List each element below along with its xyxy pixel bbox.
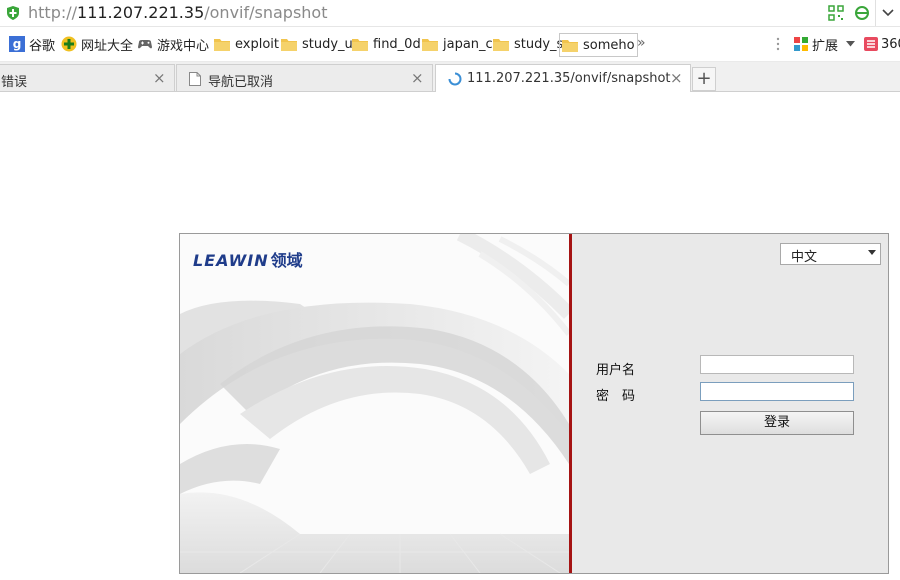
tab-close-icon[interactable]: × (411, 69, 424, 87)
folder-icon (562, 39, 578, 52)
bookmark-label: study_u (302, 36, 353, 52)
decorative-arc-graphic (180, 234, 569, 573)
360-icon (864, 37, 878, 51)
bookmark-folder-study-s[interactable]: study_s (493, 35, 563, 53)
bookmark-label: find_0d (373, 36, 421, 52)
url-text[interactable]: http://111.207.221.35/onvif/snapshot (28, 3, 327, 23)
brand-artwork: LEAWIN 领域 (180, 234, 569, 573)
extensions-grid-icon (794, 37, 808, 51)
brand-logo-cn: 领域 (270, 251, 303, 270)
extensions-label: 扩展 (812, 38, 839, 54)
bookmark-google[interactable]: g 谷歌 (9, 35, 56, 54)
web-directory-icon (61, 36, 77, 52)
tab-close-icon[interactable]: × (153, 69, 166, 87)
brand-logo-latin: LEAWIN (193, 251, 269, 270)
ie-compat-icon[interactable] (854, 5, 870, 21)
chevron-down-icon (868, 250, 876, 255)
folder-icon (281, 38, 297, 51)
tab-title: 111.207.221.35/onvif/snapshot (467, 71, 671, 86)
bookmark-label: exploit (235, 36, 279, 52)
gamepad-icon (138, 40, 152, 49)
login-button[interactable]: 登录 (700, 411, 854, 435)
bookmark-label: 网址大全 (81, 38, 134, 54)
bookmark-folder-study-u[interactable]: study_u (281, 35, 353, 53)
username-label: 用户名 (596, 363, 636, 378)
tab-close-icon[interactable]: × (670, 69, 683, 87)
address-bar[interactable]: http://111.207.221.35/onvif/snapshot (0, 0, 900, 27)
google-icon: g (9, 36, 25, 52)
tab-title: 错误 (1, 75, 28, 90)
tab-strip: 错误 × 导航已取消 × 111.207.221.35/onvif/snapsh… (0, 62, 900, 92)
language-select-value: 中文 (791, 250, 818, 265)
bookmark-label: 谷歌 (29, 38, 56, 54)
bookmark-360[interactable]: 360 (864, 35, 900, 53)
extensions-button[interactable]: 扩展 (793, 35, 839, 54)
language-select[interactable]: 中文 (780, 243, 881, 265)
bookmark-label: 游戏中心 (157, 38, 210, 54)
bookmark-label: someho (583, 37, 635, 53)
bookmark-folder-japan-c[interactable]: japan_c (422, 35, 493, 53)
bookmarks-bar: g 谷歌 网址大全 游戏中心 exploit study_u find_0d j… (0, 27, 900, 62)
url-path: /onvif/snapshot (204, 3, 328, 22)
password-label: 密 码 (596, 389, 636, 404)
extensions-dropdown-icon[interactable] (846, 35, 855, 53)
password-input[interactable] (700, 382, 854, 401)
bookmark-label: study_s (514, 36, 564, 52)
tab-error[interactable]: 错误 × (0, 64, 175, 91)
page-icon (189, 72, 201, 86)
bookmark-folder-someho[interactable]: someho (559, 33, 638, 57)
folder-icon (493, 38, 509, 51)
tab-navigation-cancelled[interactable]: 导航已取消 × (176, 64, 433, 91)
loading-spinner-icon (448, 72, 462, 86)
folder-icon (422, 38, 438, 51)
toolbar-grip-icon (776, 35, 780, 53)
bookmark-folder-exploit[interactable]: exploit (214, 35, 279, 53)
folder-icon (352, 38, 368, 51)
shield-icon (7, 6, 19, 20)
bookmark-label: 360 (881, 36, 900, 52)
address-bar-actions (823, 0, 900, 26)
brand-logo: LEAWIN 领域 (193, 247, 303, 271)
url-host: 111.207.221.35 (77, 3, 205, 22)
tab-snapshot[interactable]: 111.207.221.35/onvif/snapshot × (435, 64, 691, 92)
bookmark-game-center[interactable]: 游戏中心 (137, 35, 210, 54)
login-form: 中文 用户名 密 码 登录 (572, 234, 888, 573)
new-tab-button[interactable]: + (692, 67, 716, 91)
dropdown-chevron-icon[interactable] (876, 0, 900, 26)
qr-code-icon[interactable] (828, 5, 844, 21)
url-scheme: http:// (28, 3, 78, 22)
bookmark-web-directory[interactable]: 网址大全 (61, 35, 134, 54)
folder-icon (214, 38, 230, 51)
bookmark-folder-find-0d[interactable]: find_0d (352, 35, 421, 53)
tab-title: 导航已取消 (208, 75, 274, 90)
login-panel: LEAWIN 领域 中文 用户名 密 码 登录 (179, 233, 889, 574)
more-bookmarks-icon[interactable]: » (637, 35, 645, 51)
bookmark-label: japan_c (443, 36, 493, 52)
username-input[interactable] (700, 355, 854, 374)
